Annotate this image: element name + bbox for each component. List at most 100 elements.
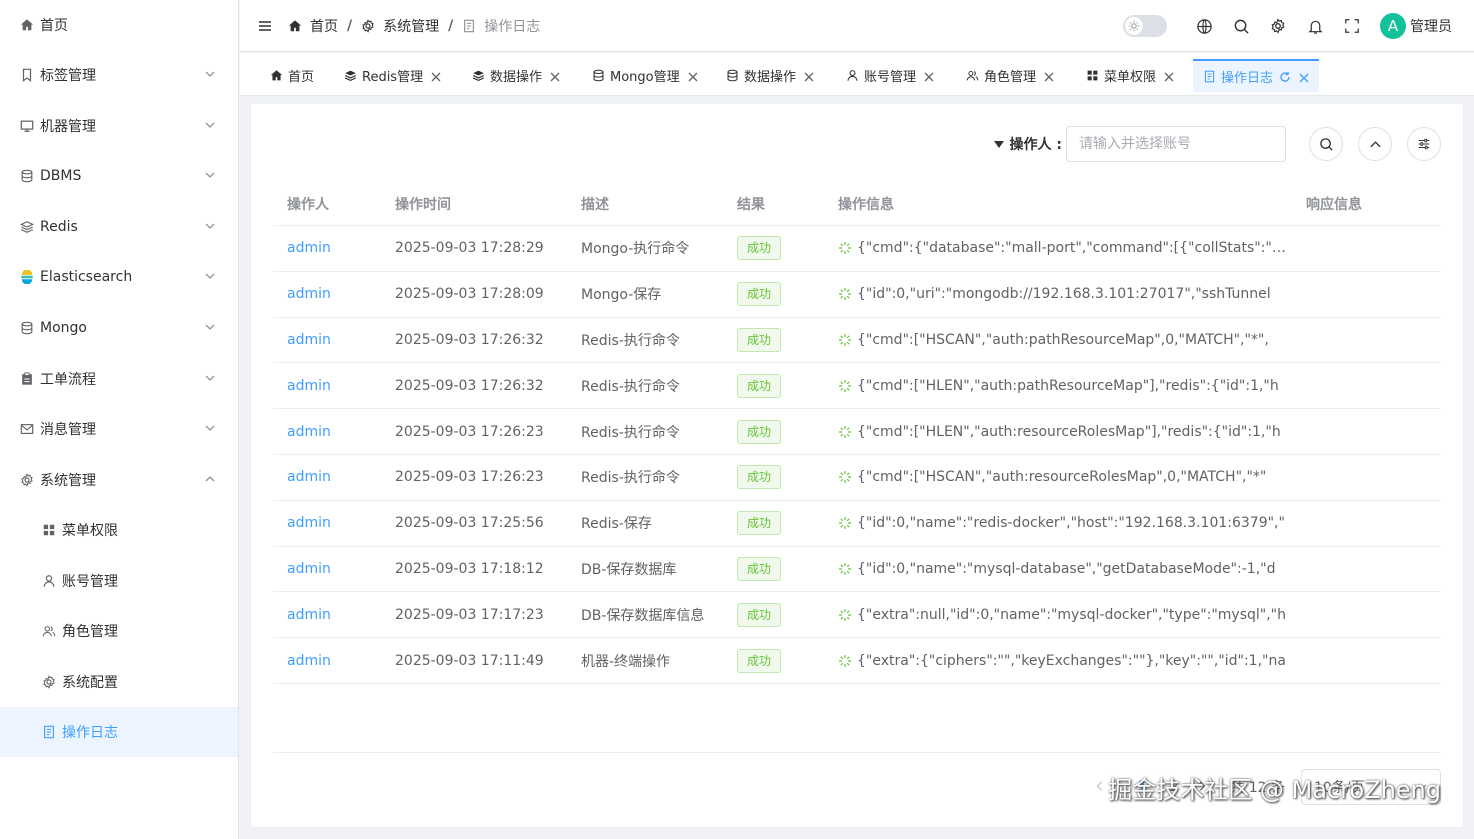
close-icon[interactable] — [431, 71, 441, 81]
operator-link[interactable]: admin — [273, 653, 395, 669]
operator-link[interactable]: admin — [273, 607, 395, 623]
status-badge: 成功 — [737, 282, 782, 307]
document-icon — [1203, 70, 1216, 83]
operation-info: {"cmd":["HSCAN","auth:resourceRolesMap",… — [857, 469, 1267, 486]
tab-accounts[interactable]: 账号管理 — [836, 59, 944, 92]
description-cell: Redis-执行命令 — [581, 376, 737, 396]
close-icon[interactable] — [550, 71, 560, 81]
table-row[interactable]: admin 2025-09-03 17:25:56 Redis-保存 成功 {"id":… — [273, 501, 1441, 547]
gear-icon — [20, 473, 34, 487]
refresh-icon[interactable] — [1279, 71, 1291, 83]
sidebar-item-system-config[interactable]: 系统配置 — [0, 657, 238, 707]
operator-link[interactable]: admin — [273, 378, 395, 394]
tab-data-operation-2[interactable]: 数据操作 — [716, 59, 824, 92]
close-icon[interactable] — [1164, 71, 1174, 81]
table-row[interactable]: admin 2025-09-03 17:26:32 Redis-执行命令 成功 {"cm… — [273, 363, 1441, 410]
table-row[interactable]: admin 2025-09-03 17:26:32 Redis-执行命令 成功 {"cm… — [273, 318, 1441, 364]
table-row[interactable]: admin 2025-09-03 17:28:09 Mongo-保存 成功 {"id":… — [273, 272, 1441, 318]
table-row[interactable]: admin 2025-09-03 17:26:23 Redis-执行命令 成功 {"cm… — [273, 409, 1441, 455]
sidebar-item-roles[interactable]: 角色管理 — [0, 606, 238, 656]
breadcrumb-system[interactable]: 系统管理 — [361, 16, 439, 36]
sparkle-icon — [839, 608, 851, 621]
table-row[interactable]: admin 2025-09-03 17:11:49 机器-终端操作 成功 {"extra… — [273, 638, 1441, 684]
search-button[interactable] — [1309, 127, 1343, 161]
table-row[interactable]: admin 2025-09-03 17:26:23 Redis-执行命令 成功 {"cm… — [273, 455, 1441, 501]
sidebar-item-menu-permission[interactable]: 菜单权限 — [0, 505, 238, 555]
table-row[interactable]: admin 2025-09-03 17:17:23 DB-保存数据库信息 成功 {"ex… — [273, 592, 1441, 639]
operation-info-cell[interactable]: {"cmd":["HLEN","auth:pathResourceMap"],"… — [838, 378, 1288, 394]
tab-redis-manage[interactable]: Redis管理 — [334, 59, 451, 92]
search-label[interactable]: 操作人 : — [993, 134, 1062, 154]
operation-info-cell[interactable]: {"cmd":{"database":"mall-port","command"… — [838, 240, 1288, 256]
language-icon[interactable] — [1195, 17, 1213, 35]
mongo-icon — [20, 321, 34, 335]
close-icon[interactable] — [804, 71, 814, 81]
tab-mongo-manage[interactable]: Mongo管理 — [582, 59, 708, 92]
status-badge: 成功 — [737, 373, 782, 398]
column-header-response-info: 响应信息 — [1306, 196, 1362, 213]
filter-settings-button[interactable] — [1407, 127, 1441, 161]
sidebar-item-tags[interactable]: 标签管理 — [0, 50, 238, 100]
tab-home[interactable]: 首页 — [260, 59, 324, 92]
bell-icon[interactable] — [1306, 17, 1324, 35]
operator-link[interactable]: admin — [273, 469, 395, 485]
operator-link[interactable]: admin — [273, 561, 395, 577]
home-icon — [20, 18, 34, 32]
tab-data-operation[interactable]: 数据操作 — [462, 59, 570, 92]
theme-toggle[interactable] — [1123, 15, 1167, 37]
operation-info-cell[interactable]: {"cmd":["HLEN","auth:resourceRolesMap"],… — [838, 424, 1288, 440]
breadcrumb-home[interactable]: 首页 — [288, 16, 338, 36]
sidebar-item-messages[interactable]: 消息管理 — [0, 404, 238, 454]
avatar[interactable]: A — [1380, 13, 1406, 39]
operator-search-input[interactable] — [1066, 126, 1286, 162]
close-icon[interactable] — [1044, 71, 1054, 81]
description: Mongo-保存 — [581, 287, 662, 304]
sidebar-item-home[interactable]: 首页 — [0, 0, 238, 50]
operation-info-cell[interactable]: {"cmd":["HSCAN","auth:pathResourceMap",0… — [838, 332, 1288, 348]
tab-operation-log[interactable]: 操作日志 — [1193, 59, 1320, 92]
sidebar-item-system[interactable]: 系统管理 — [0, 455, 238, 505]
operation-info-cell[interactable]: {"id":0,"name":"mysql-database","getData… — [838, 561, 1288, 577]
collapse-button[interactable] — [1358, 127, 1392, 161]
operation-info-cell[interactable]: {"id":0,"name":"redis-docker","host":"19… — [838, 515, 1288, 531]
operation-time: 2025-09-03 17:17:23 — [395, 606, 544, 623]
sparkle-icon — [839, 333, 851, 346]
operation-info-cell[interactable]: {"extra":{"ciphers":"","keyExchanges":""… — [838, 653, 1288, 669]
operator-link[interactable]: admin — [273, 332, 395, 348]
operation-info-cell[interactable]: {"extra":null,"id":0,"name":"mysql-docke… — [838, 607, 1288, 623]
close-icon[interactable] — [1299, 72, 1309, 82]
sidebar-item-workflow[interactable]: 工单流程 — [0, 354, 238, 404]
sidebar-item-dbms[interactable]: DBMS — [0, 151, 238, 201]
operator-link[interactable]: admin — [273, 240, 395, 256]
operation-info-cell[interactable]: {"id":0,"uri":"mongodb://192.168.3.101:2… — [838, 286, 1288, 302]
tab-menu-permission[interactable]: 菜单权限 — [1076, 59, 1184, 92]
fullscreen-icon[interactable] — [1343, 17, 1361, 35]
sidebar-item-accounts[interactable]: 账号管理 — [0, 556, 238, 606]
menu-fold-icon[interactable] — [256, 17, 274, 35]
chevron-left-icon[interactable] — [1094, 780, 1108, 794]
sidebar-item-redis[interactable]: Redis — [0, 202, 238, 252]
description: 机器-终端操作 — [581, 653, 671, 670]
operation-info-cell[interactable]: {"cmd":["HSCAN","auth:resourceRolesMap",… — [838, 469, 1288, 485]
username[interactable]: 管理员 — [1410, 16, 1452, 36]
operation-time: 2025-09-03 17:25:56 — [395, 515, 544, 532]
operator-link[interactable]: admin — [273, 515, 395, 531]
search-bar: 操作人 : — [993, 126, 1441, 162]
sidebar-item-label: Elasticsearch — [40, 269, 133, 285]
close-icon[interactable] — [924, 71, 934, 81]
tab-roles[interactable]: 角色管理 — [956, 59, 1064, 92]
table-row[interactable]: admin 2025-09-03 17:18:12 DB-保存数据库 成功 {"id":… — [273, 547, 1441, 593]
sidebar-item-machine[interactable]: 机器管理 — [0, 101, 238, 151]
gear-icon[interactable] — [1269, 17, 1287, 35]
operation-time: 2025-09-03 17:11:49 — [395, 652, 544, 669]
table-row[interactable]: admin 2025-09-03 17:28:29 Mongo-执行命令 成功 {"cm… — [273, 226, 1441, 272]
chevron-up-icon — [1369, 140, 1381, 147]
sidebar-item-elasticsearch[interactable]: Elasticsearch — [0, 252, 238, 302]
sidebar-item-mongo[interactable]: Mongo — [0, 303, 238, 353]
operator-link[interactable]: admin — [273, 424, 395, 440]
search-icon[interactable] — [1232, 17, 1250, 35]
operator-link[interactable]: admin — [273, 286, 395, 302]
close-icon[interactable] — [688, 71, 698, 81]
sidebar-item-operation-log[interactable]: 操作日志 — [0, 707, 238, 757]
operation-time: 2025-09-03 17:26:23 — [395, 423, 544, 440]
